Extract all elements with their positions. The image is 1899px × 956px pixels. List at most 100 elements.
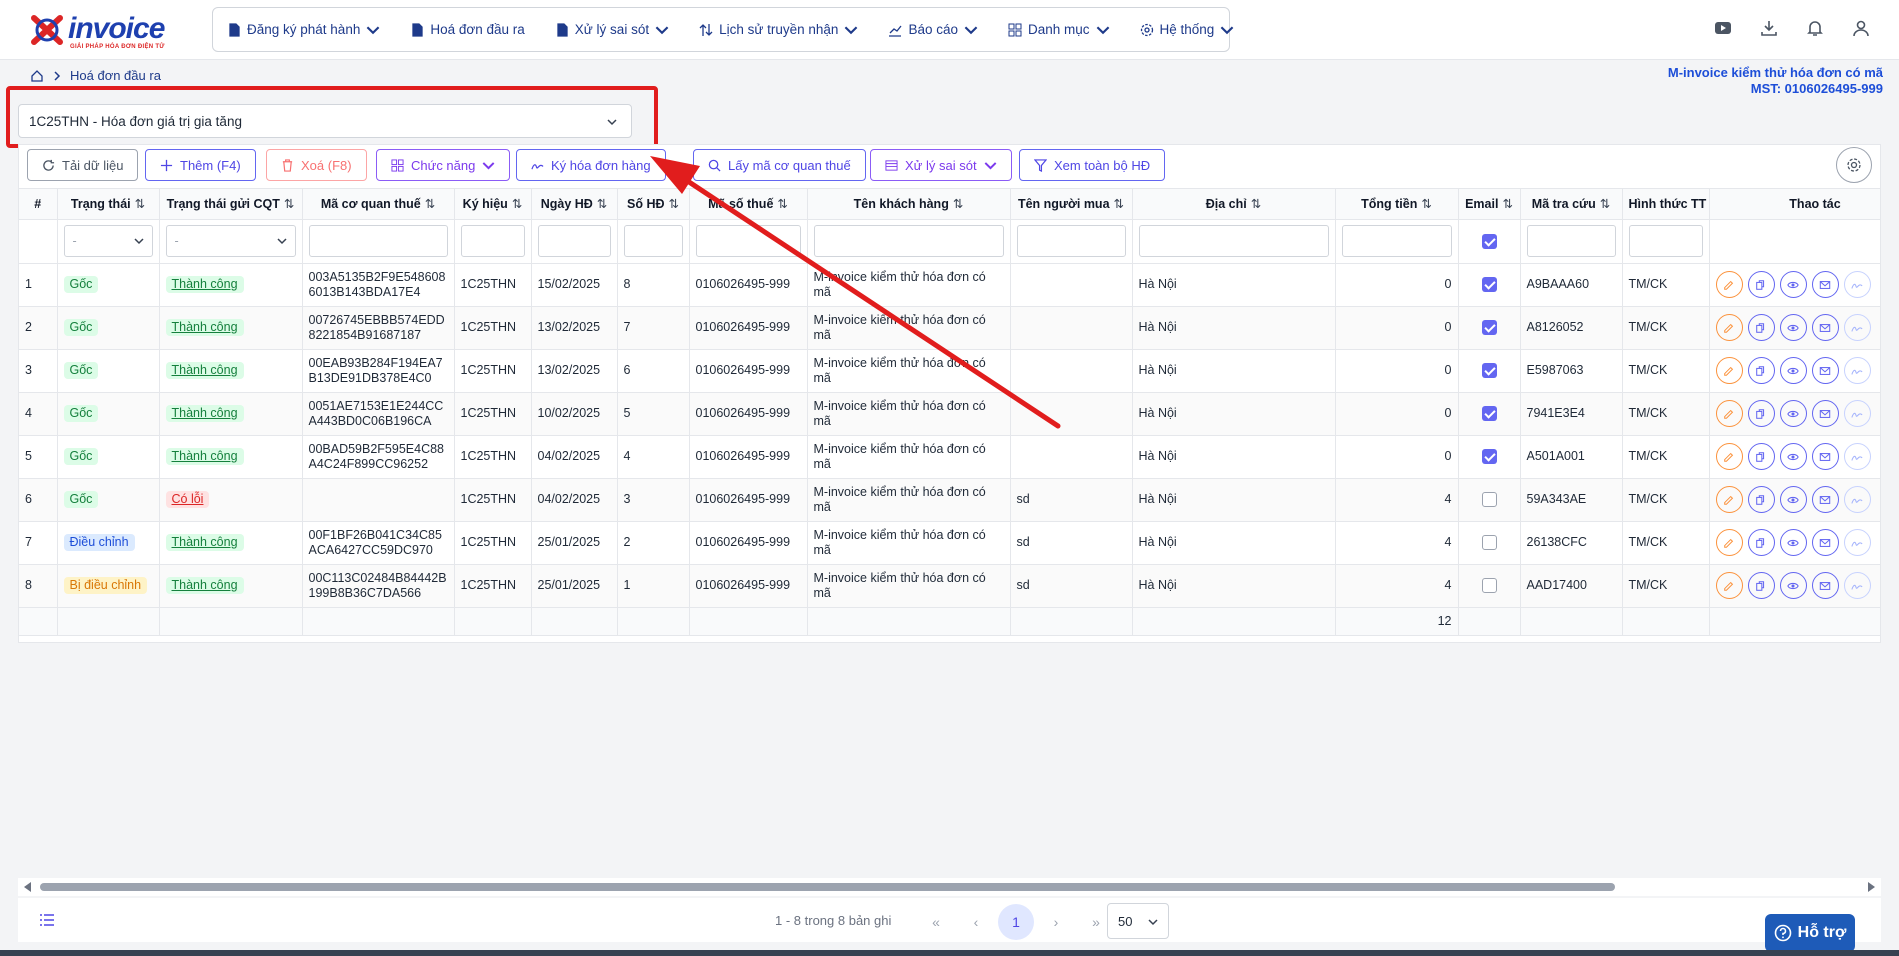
eye-button[interactable] [1779, 443, 1807, 470]
cqt-status-link[interactable]: Thành công [165, 405, 244, 422]
mail-button[interactable] [1811, 486, 1839, 513]
table-row[interactable]: 8 Bị điều chỉnh Thành công 00C113C02484B844… [19, 564, 1880, 608]
functions-dropdown[interactable]: Chức năng [376, 149, 511, 181]
table-row[interactable]: 7 Điều chỉnh Thành công 00F1BF26B041C34C85A… [19, 521, 1880, 565]
column-header-0[interactable]: # [19, 189, 58, 220]
column-header-1[interactable]: Trạng thái ⇅ [57, 189, 160, 220]
copy-button[interactable] [1747, 271, 1775, 298]
cqt-status-link[interactable]: Thành công [165, 319, 244, 336]
home-icon[interactable] [30, 69, 44, 83]
copy-button[interactable] [1747, 486, 1775, 513]
youtube-icon[interactable] [1713, 18, 1733, 38]
cqt-status-link[interactable]: Có lỗi [165, 491, 210, 508]
edit-button[interactable] [1715, 357, 1743, 384]
prev-page-button[interactable]: ‹ [958, 904, 994, 940]
symbol-filter[interactable] [460, 225, 525, 257]
sort-icon[interactable]: ⇅ [597, 197, 607, 211]
eye-button[interactable] [1779, 271, 1807, 298]
sign-button[interactable] [1843, 572, 1871, 599]
mail-button[interactable] [1811, 572, 1839, 599]
view-all-button[interactable]: Xem toàn bộ HĐ [1019, 149, 1166, 181]
email-filter-checkbox[interactable] [1481, 233, 1497, 249]
nav-item-3[interactable]: Lịch sử truyền nhận [699, 22, 858, 37]
breadcrumb-current[interactable]: Hoá đơn đầu ra [70, 68, 161, 83]
cqt-status-link[interactable]: Thành công [165, 276, 244, 293]
sort-icon[interactable]: ⇅ [512, 197, 522, 211]
column-header-6[interactable]: Số HĐ ⇅ [617, 189, 690, 220]
sign-button[interactable] [1843, 443, 1871, 470]
column-header-12[interactable]: Email ⇅ [1458, 189, 1521, 220]
table-row[interactable]: 2 Gốc Thành công 00726745EBBB574EDD8221854B… [19, 306, 1880, 350]
error-handling-dropdown[interactable]: Xử lý sai sót [870, 149, 1012, 181]
sort-icon[interactable]: ⇅ [1114, 197, 1124, 211]
eye-button[interactable] [1779, 529, 1807, 556]
cqt-status-filter[interactable]: - [165, 225, 296, 257]
date-filter[interactable] [537, 225, 611, 257]
total-filter[interactable] [1341, 225, 1452, 257]
copy-button[interactable] [1747, 529, 1775, 556]
buyer-filter[interactable] [1016, 225, 1126, 257]
email-checkbox[interactable] [1481, 578, 1497, 593]
column-header-2[interactable]: Trạng thái gửi CQT ⇅ [159, 189, 303, 220]
mail-button[interactable] [1811, 443, 1839, 470]
edit-button[interactable] [1715, 572, 1743, 599]
sort-icon[interactable]: ⇅ [1251, 197, 1261, 211]
mail-button[interactable] [1811, 357, 1839, 384]
address-filter[interactable] [1138, 225, 1329, 257]
edit-button[interactable] [1715, 314, 1743, 341]
lookup-filter[interactable] [1526, 225, 1616, 257]
email-checkbox[interactable] [1481, 363, 1497, 378]
cqt-status-link[interactable]: Thành công [165, 577, 244, 594]
next-page-button[interactable]: › [1038, 904, 1074, 940]
mst-filter[interactable] [695, 225, 801, 257]
logo[interactable]: invoice GIẢI PHÁP HÓA ĐƠN ĐIỆN TỬ [30, 10, 170, 50]
status-filter[interactable]: - [63, 225, 153, 257]
email-checkbox[interactable] [1481, 277, 1497, 292]
mail-button[interactable] [1811, 400, 1839, 427]
email-checkbox[interactable] [1481, 535, 1497, 550]
sort-icon[interactable]: ⇅ [669, 197, 679, 211]
column-header-5[interactable]: Ngày HĐ ⇅ [531, 189, 618, 220]
copy-button[interactable] [1747, 572, 1775, 599]
sign-button[interactable] [1843, 271, 1871, 298]
sort-icon[interactable]: ⇅ [135, 197, 145, 211]
download-icon[interactable] [1759, 18, 1779, 38]
sort-icon[interactable]: ⇅ [1502, 197, 1512, 211]
email-checkbox[interactable] [1481, 449, 1497, 464]
nav-item-2[interactable]: Xử lý sai sót [555, 22, 669, 37]
copy-button[interactable] [1747, 443, 1775, 470]
nav-item-1[interactable]: Hoá đơn đầu ra [410, 22, 525, 37]
copy-button[interactable] [1747, 357, 1775, 384]
table-row[interactable]: 4 Gốc Thành công 0051AE7153E1E244CCA443BD0C… [19, 392, 1880, 436]
edit-button[interactable] [1715, 529, 1743, 556]
number-filter[interactable] [623, 225, 683, 257]
mail-button[interactable] [1811, 271, 1839, 298]
tax-code-filter[interactable] [308, 225, 448, 257]
column-header-15[interactable]: Thao tác [1709, 189, 1880, 220]
current-page-button[interactable]: 1 [998, 904, 1034, 940]
delete-button[interactable]: Xoá (F8) [266, 149, 367, 181]
get-tax-code-button[interactable]: Lấy mã cơ quan thuế [693, 149, 866, 181]
customer-filter[interactable] [813, 225, 1004, 257]
sign-button[interactable] [1843, 486, 1871, 513]
column-header-10[interactable]: Địa chỉ ⇅ [1132, 189, 1336, 220]
copy-button[interactable] [1747, 314, 1775, 341]
sort-icon[interactable]: ⇅ [777, 197, 787, 211]
sign-invoice-button[interactable]: Ký hóa đơn hàng [516, 149, 666, 181]
eye-button[interactable] [1779, 314, 1807, 341]
sort-icon[interactable]: ⇅ [284, 197, 294, 211]
edit-button[interactable] [1715, 486, 1743, 513]
edit-button[interactable] [1715, 400, 1743, 427]
scrollbar-thumb[interactable] [40, 883, 1615, 891]
eye-button[interactable] [1779, 400, 1807, 427]
reload-button[interactable]: Tải dữ liệu [27, 149, 139, 181]
sign-button[interactable] [1843, 314, 1871, 341]
nav-item-0[interactable]: Đăng ký phát hành [227, 22, 380, 37]
page-size-select[interactable]: 50 [1107, 903, 1169, 939]
table-settings-button[interactable] [1836, 147, 1872, 183]
email-checkbox[interactable] [1481, 406, 1497, 421]
bell-icon[interactable] [1805, 18, 1825, 38]
payment-filter[interactable] [1628, 225, 1703, 257]
cqt-status-link[interactable]: Thành công [165, 362, 244, 379]
sign-button[interactable] [1843, 529, 1871, 556]
